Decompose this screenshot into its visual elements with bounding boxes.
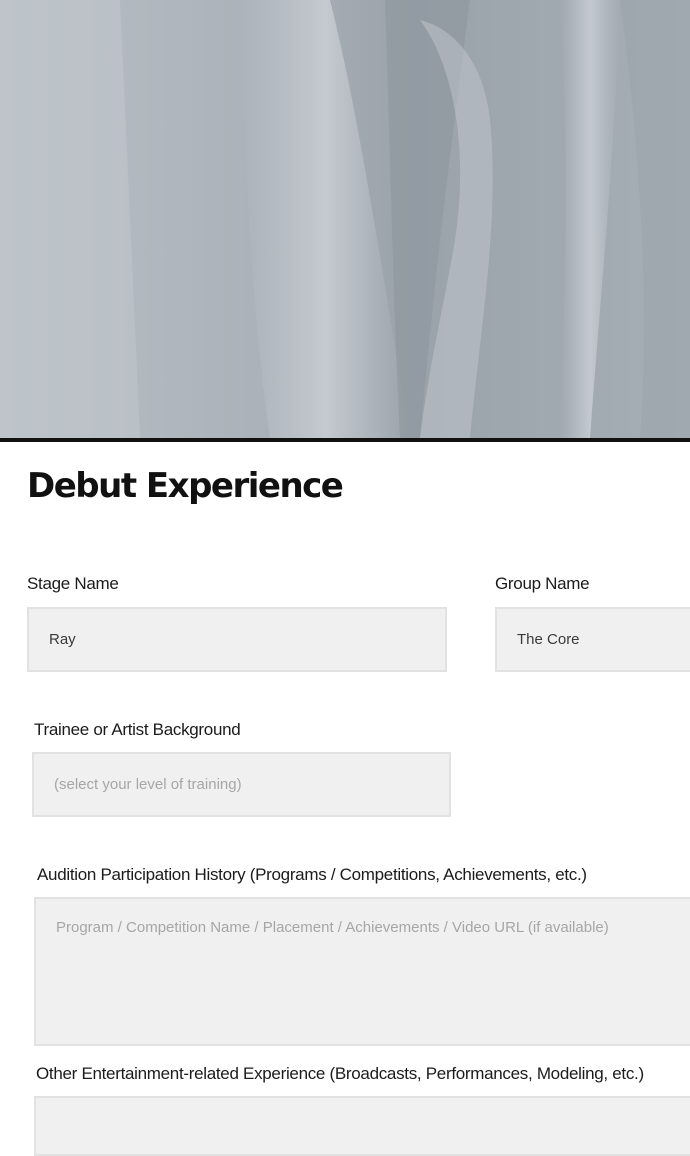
hero-divider [0,438,690,442]
audition-history-label: Audition Participation History (Programs… [37,865,587,884]
background-select[interactable]: (select your level of training) [32,752,451,817]
stage-name-label: Stage Name [27,574,119,593]
other-experience-textarea[interactable] [34,1096,690,1156]
background-label: Trainee or Artist Background [34,720,241,739]
section-title: Debut Experience [27,466,344,506]
audition-history-textarea[interactable] [34,897,690,1046]
hero-banner-image [0,0,690,438]
group-name-input[interactable] [495,607,690,672]
hero-texture [0,0,690,438]
stage-name-input[interactable] [27,607,447,672]
other-experience-label: Other Entertainment-related Experience (… [36,1064,644,1083]
group-name-label: Group Name [495,574,590,593]
